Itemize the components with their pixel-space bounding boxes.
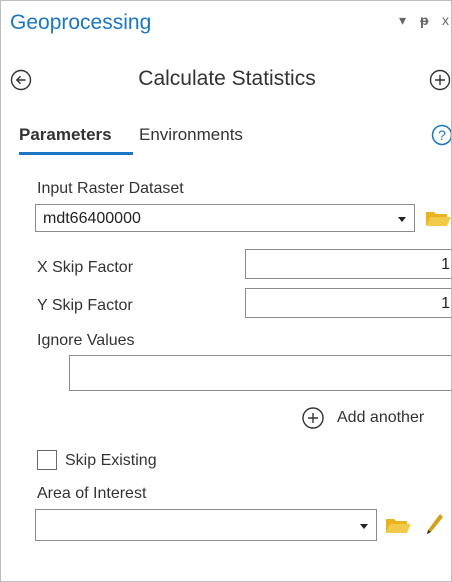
input-raster-label: Input Raster Dataset	[37, 180, 184, 197]
svg-text:?: ?	[438, 127, 446, 143]
browse-folder-icon[interactable]	[425, 207, 451, 229]
chevron-down-icon	[360, 524, 368, 529]
x-skip-value: 1	[441, 256, 450, 273]
skip-existing-checkbox[interactable]	[37, 450, 57, 470]
pin-icon[interactable]: ᵽ	[420, 12, 429, 28]
window-controls: ▾ ᵽ x	[391, 12, 451, 32]
area-of-interest-label: Area of Interest	[37, 485, 147, 502]
skip-existing-label: Skip Existing	[65, 452, 157, 469]
x-skip-input[interactable]: 1	[245, 249, 451, 279]
chevron-down-icon	[398, 217, 406, 222]
pane-options-caret-icon[interactable]: ▾	[399, 12, 406, 29]
geoprocessing-pane: Geoprocessing ▾ ᵽ x Calculate Statistics…	[0, 0, 452, 582]
pencil-icon[interactable]	[425, 512, 445, 536]
tab-parameters[interactable]: Parameters	[19, 125, 112, 145]
input-raster-select[interactable]: mdt66400000	[35, 204, 415, 232]
add-circle-icon[interactable]	[429, 69, 451, 91]
add-circle-icon	[302, 407, 324, 429]
tool-title: Calculate Statistics	[138, 67, 316, 90]
y-skip-label: Y Skip Factor	[37, 297, 133, 314]
area-of-interest-select[interactable]	[35, 509, 377, 541]
add-another-label: Add another	[337, 409, 425, 426]
help-circle-icon[interactable]: ?	[431, 124, 452, 146]
input-raster-value: mdt66400000	[43, 210, 141, 227]
ignore-values-input[interactable]	[69, 355, 451, 391]
close-icon[interactable]: x	[442, 12, 449, 28]
tab-environments[interactable]: Environments	[139, 125, 243, 145]
active-tab-indicator	[19, 152, 133, 155]
ignore-values-label: Ignore Values	[37, 332, 135, 349]
y-skip-value: 1	[441, 295, 450, 312]
browse-folder-icon[interactable]	[385, 514, 411, 536]
pane-title: Geoprocessing	[10, 11, 152, 34]
x-skip-label: X Skip Factor	[37, 259, 134, 276]
y-skip-input[interactable]: 1	[245, 288, 451, 318]
